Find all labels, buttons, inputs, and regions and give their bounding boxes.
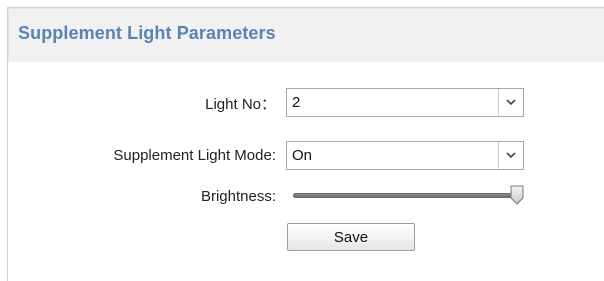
brightness-label: Brightness:: [200, 188, 276, 205]
light-no-value: 2: [292, 94, 301, 111]
brightness-slider-track[interactable]: [293, 193, 521, 198]
save-button[interactable]: Save: [287, 223, 415, 251]
chevron-down-icon[interactable]: [498, 142, 523, 169]
light-no-select[interactable]: 2: [286, 88, 524, 117]
light-mode-value: On: [292, 147, 313, 164]
light-no-label: Light No：: [205, 96, 276, 113]
light-mode-label: Supplement Light Mode:: [113, 147, 276, 164]
chevron-down-icon[interactable]: [498, 89, 523, 116]
panel-title: Supplement Light Parameters: [18, 23, 276, 43]
brightness-slider-thumb[interactable]: [510, 185, 524, 205]
light-mode-select[interactable]: On: [286, 141, 524, 170]
